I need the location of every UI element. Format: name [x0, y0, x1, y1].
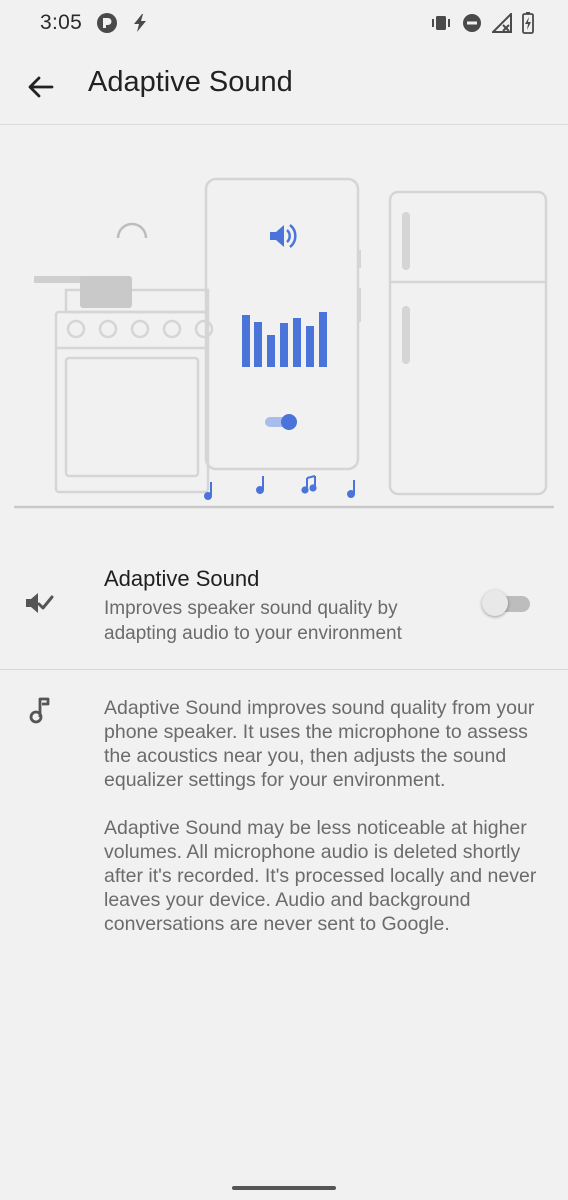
gesture-nav-bar[interactable] — [232, 1186, 336, 1190]
back-button[interactable] — [24, 70, 58, 104]
pandora-icon — [96, 12, 118, 34]
divider — [0, 669, 568, 670]
status-time: 3:05 — [40, 11, 83, 34]
info-text: Adaptive Sound improves sound quality fr… — [104, 696, 544, 960]
no-signal-icon — [492, 13, 512, 33]
do-not-disturb-icon — [462, 13, 482, 33]
toggle-thumb — [482, 590, 508, 616]
adaptive-sound-setting-row[interactable]: Adaptive Sound Improves speaker sound qu… — [0, 548, 568, 668]
equalizer-bars — [242, 312, 327, 367]
bolt-icon — [132, 13, 148, 33]
status-bar: 3:05 — [0, 0, 568, 46]
arrow-back-icon — [28, 76, 54, 98]
vibrate-icon — [430, 14, 452, 32]
volume-icon — [270, 224, 297, 248]
setting-subtitle: Improves speaker sound quality by adapti… — [104, 598, 402, 644]
hero-illustration — [0, 130, 568, 520]
info-paragraph-2: Adaptive Sound may be less noticeable at… — [104, 817, 537, 935]
music-note-icon — [28, 696, 50, 729]
battery-charging-icon — [522, 12, 534, 34]
adaptive-sound-toggle[interactable] — [482, 588, 530, 618]
info-paragraph-1: Adaptive Sound improves sound quality fr… — [104, 697, 535, 791]
speaker-check-icon — [24, 590, 54, 621]
page-title: Adaptive Sound — [88, 66, 293, 98]
setting-title: Adaptive Sound — [104, 566, 260, 591]
app-bar: Adaptive Sound — [0, 46, 568, 125]
